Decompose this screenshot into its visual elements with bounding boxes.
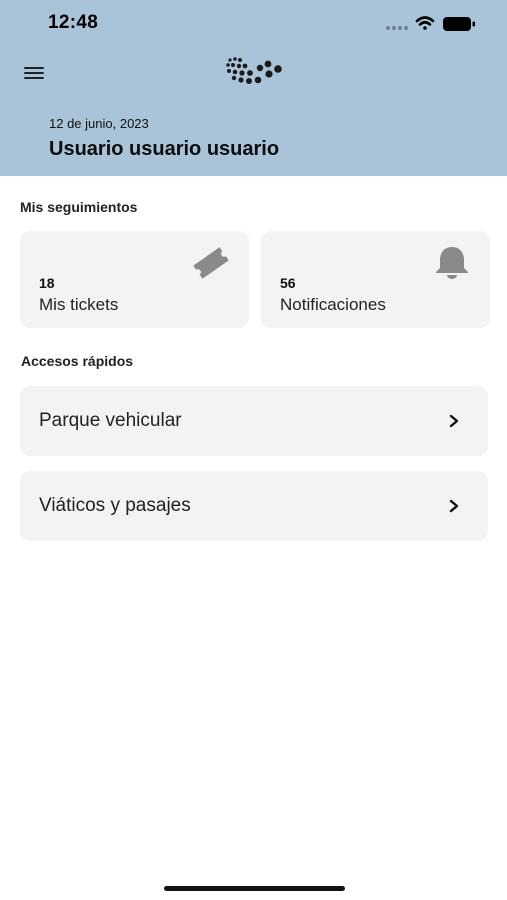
chevron-right-icon [449, 499, 459, 513]
notifications-label: Notificaciones [280, 295, 386, 314]
app-logo [226, 57, 282, 84]
home-indicator[interactable] [164, 886, 345, 891]
hamburger-icon [24, 67, 44, 69]
wifi-icon [415, 16, 435, 30]
quick-access-vehicle-fleet[interactable]: Parque vehicular [20, 386, 488, 456]
notifications-card[interactable]: 56 Notificaciones [261, 231, 490, 328]
status-time: 12:48 [48, 12, 99, 33]
section-title-tracking: Mis seguimientos [20, 199, 138, 215]
user-name: Usuario usuario usuario [49, 138, 280, 160]
quick-access-travel-expenses[interactable]: Viáticos y pasajes [20, 471, 488, 541]
chevron-right-icon [449, 414, 459, 428]
tickets-label: Mis tickets [39, 295, 119, 314]
battery-icon [443, 17, 475, 31]
app-header: 12:48 12 de junio, 2023 Usuario usuario … [0, 0, 507, 176]
section-title-quick-access: Accesos rápidos [21, 353, 134, 369]
status-icons [386, 16, 475, 31]
notifications-count: 56 [280, 275, 296, 291]
quick-access-label: Viáticos y pasajes [39, 495, 191, 516]
signal-icon [386, 26, 408, 30]
quick-access-label: Parque vehicular [39, 410, 182, 431]
menu-button[interactable] [22, 62, 48, 84]
ticket-icon [193, 247, 229, 279]
tickets-count: 18 [39, 275, 55, 291]
bell-icon [436, 247, 468, 279]
current-date: 12 de junio, 2023 [49, 116, 149, 131]
tickets-card[interactable]: 18 Mis tickets [20, 231, 249, 328]
